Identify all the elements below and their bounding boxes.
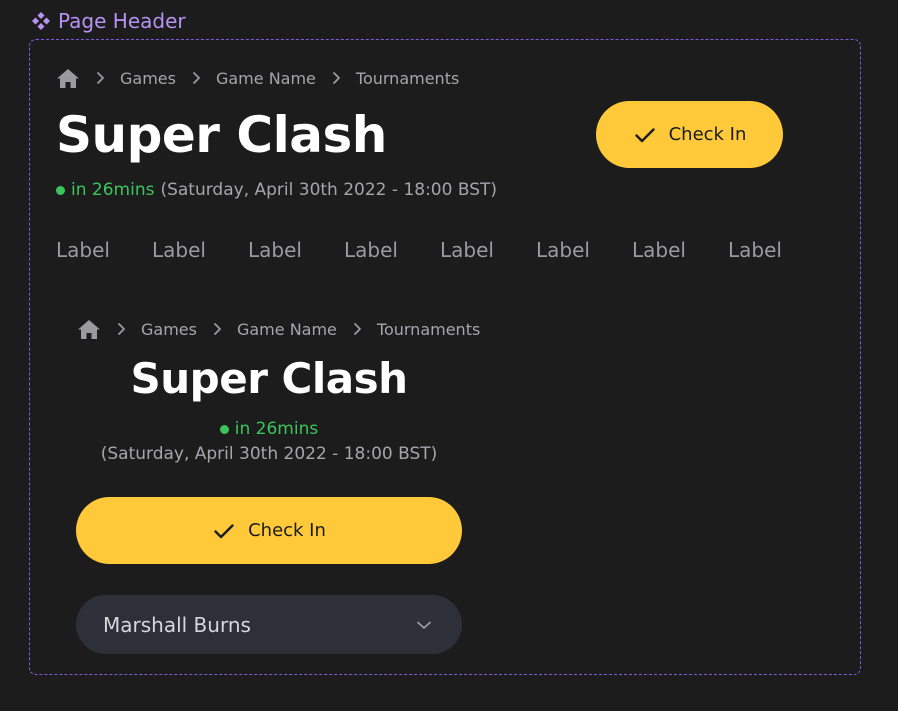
event-status-mobile: in 26mins <box>76 419 462 439</box>
breadcrumb-mobile: Games Game Name Tournaments <box>77 318 480 340</box>
breadcrumb-game-name[interactable]: Game Name <box>237 320 337 339</box>
tab-1[interactable]: Label <box>56 238 152 262</box>
live-status-dot <box>219 424 229 434</box>
chevron-right-icon <box>193 72 200 84</box>
breadcrumb-tournaments[interactable]: Tournaments <box>356 69 459 88</box>
countdown-text: in 26mins <box>71 180 155 200</box>
page-title: Super Clash <box>56 106 387 164</box>
checkmark-icon <box>214 523 234 538</box>
tab-3[interactable]: Label <box>248 238 344 262</box>
tab-bar: Label Label Label Label Label Label Labe… <box>56 238 824 262</box>
breadcrumb-games[interactable]: Games <box>141 320 197 339</box>
check-in-button-mobile[interactable]: Check In <box>76 497 462 564</box>
breadcrumb-games[interactable]: Games <box>120 69 176 88</box>
chevron-right-icon <box>353 323 361 335</box>
component-icon <box>32 12 50 30</box>
chevron-right-icon <box>332 72 340 84</box>
chevron-right-icon <box>118 323 125 335</box>
live-status-dot <box>56 185 65 195</box>
tab-4[interactable]: Label <box>344 238 440 262</box>
tab-5[interactable]: Label <box>440 238 536 262</box>
dropdown-value: Marshall Burns <box>103 612 251 637</box>
breadcrumb: Games Game Name Tournaments <box>56 67 459 89</box>
check-in-label: Check In <box>248 520 326 541</box>
home-icon[interactable] <box>77 318 101 340</box>
component-label: Page Header <box>31 9 186 33</box>
home-icon[interactable] <box>56 67 80 89</box>
breadcrumb-tournaments[interactable]: Tournaments <box>377 320 480 339</box>
check-in-button[interactable]: Check In <box>596 101 783 168</box>
tab-8[interactable]: Label <box>728 238 824 262</box>
page-title-mobile: Super Clash <box>130 354 409 403</box>
breadcrumb-game-name[interactable]: Game Name <box>216 69 316 88</box>
check-in-label: Check In <box>668 124 747 145</box>
chevron-right-icon <box>214 323 221 335</box>
tab-6[interactable]: Label <box>536 238 632 262</box>
event-datetime: (Saturday, April 30th 2022 - 18:00 BST) <box>160 180 498 200</box>
event-datetime-mobile: (Saturday, April 30th 2022 - 18:00 BST) <box>100 444 438 464</box>
tab-2[interactable]: Label <box>152 238 248 262</box>
component-label-text: Page Header <box>58 9 186 33</box>
event-status: in 26mins (Saturday, April 30th 2022 - 1… <box>56 180 497 200</box>
checkmark-icon <box>634 127 655 142</box>
countdown-text: in 26mins <box>234 419 319 439</box>
chevron-down-icon <box>417 621 431 629</box>
chevron-right-icon <box>97 72 104 84</box>
tab-7[interactable]: Label <box>632 238 728 262</box>
section-dropdown[interactable]: Marshall Burns <box>76 595 462 654</box>
